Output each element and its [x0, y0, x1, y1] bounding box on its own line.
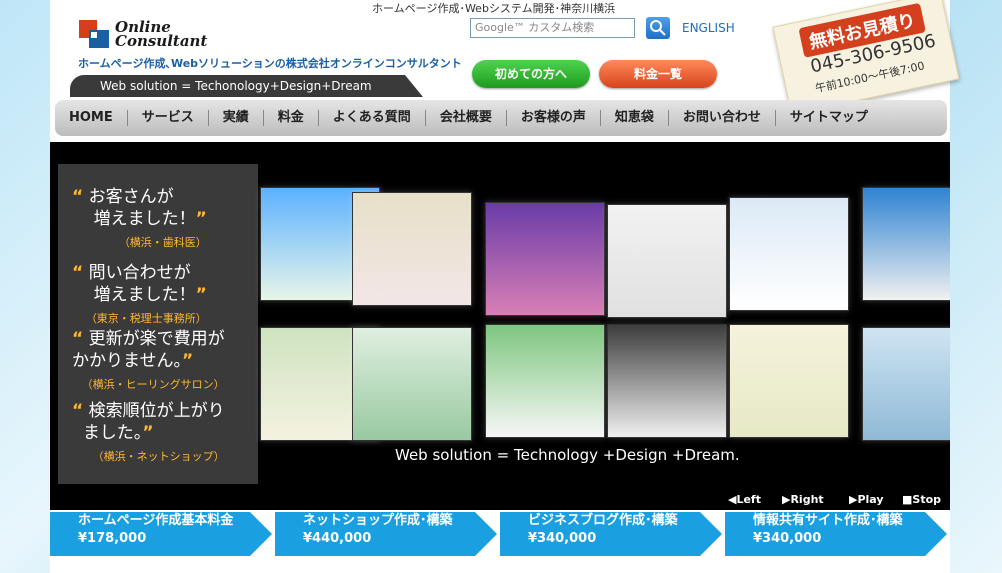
testimonial-3: “ 更新が楽で費用が かかりません。” （横浜・ヒーリングサロン）	[72, 329, 225, 391]
logo[interactable]: Online Consultant	[77, 18, 237, 52]
testimonial-2: “ 問い合わせが 増えました！” （東京・税理士事務所）	[72, 263, 207, 325]
tile-netshop[interactable]: ネットショップ作成･構築 ¥440,000	[275, 512, 497, 556]
slideshow-controls: ◀Left ▶Right ▶Play ■Stop	[50, 488, 950, 510]
service-tiles: ホームページ作成基本料金 ¥178,000 ネットショップ作成･構築 ¥440,…	[50, 512, 950, 556]
left-button[interactable]: ◀Left	[728, 493, 761, 506]
nav-service[interactable]: サービス	[128, 110, 209, 126]
thumbnail[interactable]	[862, 327, 950, 441]
top-caption: ホームページ作成･Webシステム開発･神奈川横浜	[372, 2, 616, 15]
solution-bar: Web solution = Techonology+Design+Dream	[70, 75, 423, 97]
first-time-button[interactable]: 初めての方へ	[472, 60, 590, 88]
search-icon	[650, 20, 666, 36]
thumbnail[interactable]	[607, 204, 727, 318]
nav-voice[interactable]: お客様の声	[507, 110, 601, 126]
thumbnail[interactable]	[729, 324, 849, 438]
price-list-button[interactable]: 料金一覧	[599, 60, 717, 88]
thumbnail[interactable]	[485, 324, 605, 438]
thumbnail[interactable]	[352, 327, 472, 441]
logo-mark-icon	[79, 20, 109, 48]
right-button[interactable]: ▶Right	[782, 493, 824, 506]
nav-tips[interactable]: 知恵袋	[601, 110, 669, 126]
search-input[interactable]: Google™ カスタム検索	[470, 18, 635, 38]
hero-tagline: Web solution = Technology +Design +Dream…	[395, 446, 740, 464]
english-link[interactable]: ENGLISH	[682, 21, 735, 35]
logo-line2: Consultant	[115, 32, 208, 50]
nav-works[interactable]: 実績	[209, 110, 264, 126]
nav-faq[interactable]: よくある質問	[319, 110, 426, 126]
tile-blog[interactable]: ビジネスブログ作成･構築 ¥340,000	[500, 512, 722, 556]
thumbnail[interactable]	[485, 202, 605, 316]
testimonial-panel: “ お客さんが 増えました！” （横浜・歯科医） “ 問い合わせが 増えました！…	[58, 164, 258, 484]
nav-sitemap[interactable]: サイトマップ	[776, 110, 882, 126]
testimonial-1: “ お客さんが 増えました！” （横浜・歯科医）	[72, 187, 207, 249]
tile-share[interactable]: 情報共有サイト作成･構築 ¥340,000	[725, 512, 947, 556]
hero-slideshow: “ お客さんが 増えました！” （横浜・歯科医） “ 問い合わせが 増えました！…	[50, 142, 950, 488]
thumbnail[interactable]	[862, 187, 950, 301]
main-nav: HOME サービス 実績 料金 よくある質問 会社概要 お客様の声 知恵袋 お問…	[55, 100, 947, 136]
nav-home[interactable]: HOME	[55, 110, 128, 126]
nav-company[interactable]: 会社概要	[426, 110, 507, 126]
tagline: ホームページ作成､Webソリューションの株式会社オンラインコンサルタント	[78, 57, 462, 70]
play-button[interactable]: ▶Play	[849, 493, 884, 506]
thumbnail[interactable]	[607, 324, 727, 438]
thumbnail[interactable]	[729, 197, 849, 311]
logo-text: Online Consultant	[115, 20, 208, 50]
stop-button[interactable]: ■Stop	[902, 493, 941, 506]
search-button[interactable]	[646, 17, 670, 39]
nav-contact[interactable]: お問い合わせ	[669, 110, 776, 126]
thumbnail[interactable]	[352, 192, 472, 306]
testimonial-4: “ 検索順位が上がり ました。” （横浜・ネットショップ）	[72, 401, 225, 463]
tile-homepage[interactable]: ホームページ作成基本料金 ¥178,000	[50, 512, 272, 556]
nav-price[interactable]: 料金	[264, 110, 319, 126]
